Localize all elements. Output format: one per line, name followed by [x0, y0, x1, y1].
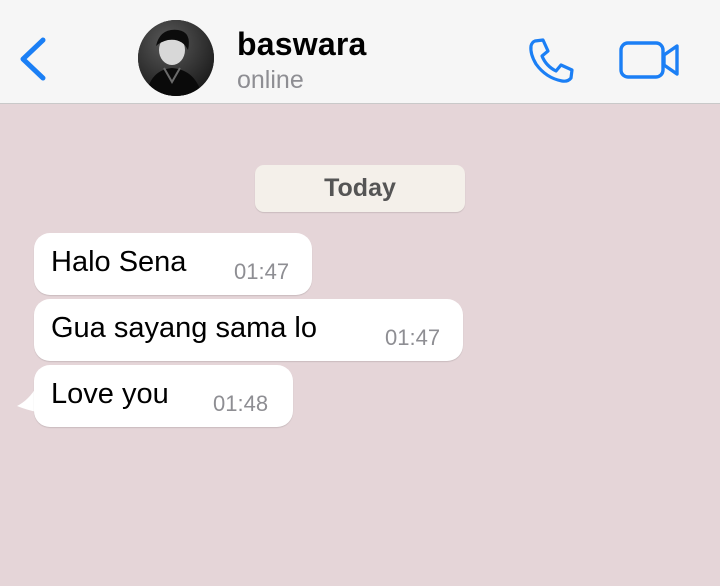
voice-call-button[interactable] [526, 36, 578, 84]
phone-icon [529, 38, 574, 83]
contact-status: online [237, 66, 304, 94]
message-bubble[interactable]: Gua sayang sama lo 01:47 [34, 299, 463, 361]
back-button[interactable] [14, 34, 54, 84]
message-time: 01:47 [385, 325, 441, 350]
video-call-button[interactable] [618, 38, 682, 82]
message-text: Halo Sena [51, 246, 187, 278]
avatar[interactable] [138, 20, 214, 96]
message-time: 01:48 [213, 391, 269, 416]
message-bubble[interactable]: Love you 01:48 [34, 365, 293, 427]
video-camera-icon [619, 41, 679, 79]
date-separator: Today [255, 165, 465, 212]
message-text: Gua sayang sama lo [51, 312, 317, 344]
chevron-left-icon [20, 37, 46, 81]
contact-name[interactable]: baswara [237, 26, 366, 63]
message-bubble[interactable]: Halo Sena 01:47 [34, 233, 312, 295]
message-time: 01:47 [234, 259, 290, 284]
avatar-photo [138, 20, 214, 96]
message-text: Love you [51, 378, 169, 410]
chat-header: baswara online [0, 0, 720, 104]
